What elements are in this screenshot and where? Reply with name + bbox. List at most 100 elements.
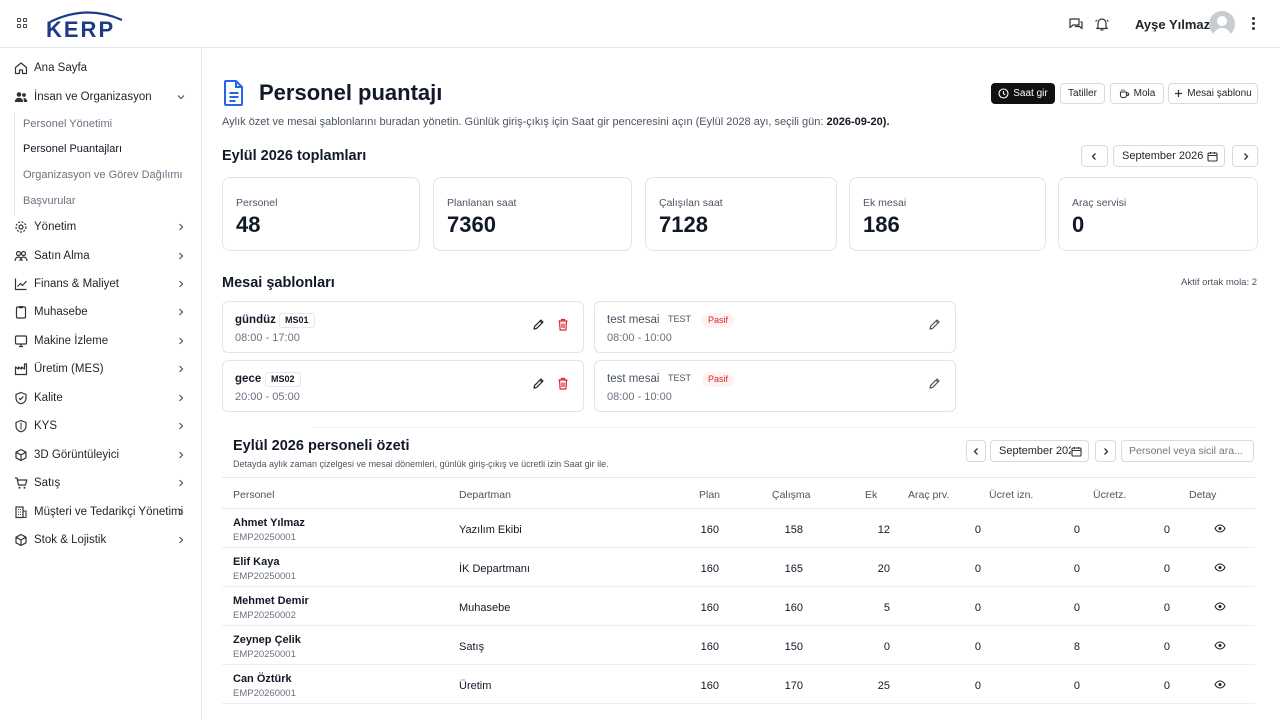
clipboard-icon (15, 306, 27, 319)
edit-pencil-icon[interactable] (532, 318, 545, 331)
logo-text: KERP (46, 17, 116, 42)
view-eye-icon[interactable] (1214, 641, 1226, 650)
chevron-down-icon (177, 95, 185, 100)
employee-department: Muhasebe (459, 602, 511, 614)
calendar-icon (1071, 447, 1082, 457)
sidebar-item-makine-izleme[interactable]: Makine İzleme (0, 328, 202, 354)
next-month-button[interactable] (1232, 145, 1258, 167)
employee-code: EMP20260001 (233, 688, 296, 699)
sidebar-item-satin-alma[interactable]: Satın Alma (0, 243, 202, 269)
sidebar-item-muhasebe[interactable]: Muhasebe (0, 299, 202, 325)
logo[interactable]: KERP (46, 8, 126, 42)
work-hours: 158 (784, 524, 803, 536)
user-name[interactable]: Ayşe Yılmaz (1135, 17, 1210, 32)
table-row[interactable]: Mehmet Demir EMP20250002 Muhasebe 160 16… (222, 587, 1255, 626)
sidebar-item-label: Kalite (34, 392, 63, 404)
shift-template-card[interactable]: test mesai TEST Pasif 08:00 - 10:00 (594, 301, 956, 353)
factory-icon (14, 363, 28, 376)
sidebar-item-stok-lojistik[interactable]: Stok & Lojistik (0, 527, 202, 553)
sidebar-item-insan-ve-organizasyon[interactable]: İnsan ve Organizasyon (0, 84, 202, 110)
delete-trash-icon[interactable] (557, 377, 569, 390)
unpaid-leave: 0 (1163, 602, 1170, 614)
sidebar-item-yonetim[interactable]: Yönetim (0, 214, 202, 240)
sidebar-item-musteri-tedarikci[interactable]: Müşteri ve Tedarikçi Yönetimi (0, 499, 202, 525)
plan-hours: 160 (700, 641, 719, 653)
chevron-right-icon (1104, 447, 1109, 455)
paid-leave: 0 (1073, 680, 1080, 692)
mola-button[interactable]: Mola (1110, 83, 1164, 104)
employee-name: Elif Kaya (233, 556, 280, 568)
sidebar-item-label: Satış (34, 477, 61, 489)
summary-month-picker[interactable]: September 2026 (990, 440, 1089, 462)
table-row[interactable]: Zeynep Çelik EMP20250001 Satış 160 150 0… (222, 626, 1255, 665)
sidebar-subitem-personel-yonetimi[interactable]: Personel Yönetimi (23, 118, 112, 130)
messages-icon[interactable] (1068, 16, 1084, 32)
page-description: Aylık özet ve mesai şablonlarını buradan… (222, 116, 890, 128)
table-row[interactable]: Ahmet Yılmaz EMP20250001 Yazılım Ekibi 1… (222, 509, 1255, 548)
view-eye-icon[interactable] (1214, 563, 1226, 572)
sidebar-item-kalite[interactable]: Kalite (0, 385, 202, 411)
more-menu-icon[interactable] (1250, 17, 1256, 31)
summary-prev-month-button[interactable] (966, 440, 986, 462)
sidebar-item-3d-goruntuleyici[interactable]: 3D Görüntüleyici (0, 442, 202, 468)
vehicle-count: 0 (974, 680, 981, 692)
stat-card-planlanan-saat: Planlanan saat 7360 (433, 177, 632, 251)
view-eye-icon[interactable] (1214, 602, 1226, 611)
shift-template-card[interactable]: gece MS02 20:00 - 05:00 (222, 360, 584, 412)
plus-icon (1175, 90, 1183, 97)
box-icon (15, 533, 27, 547)
apps-grid-icon[interactable] (17, 18, 27, 28)
employee-name: Zeynep Çelik (233, 634, 301, 646)
summary-next-month-button[interactable] (1095, 440, 1116, 462)
clock-icon (998, 88, 1009, 99)
sidebar-item-label: Ana Sayfa (34, 62, 88, 74)
vehicle-count: 0 (974, 602, 981, 614)
view-eye-icon[interactable] (1214, 680, 1226, 689)
edit-pencil-icon[interactable] (928, 377, 941, 390)
view-eye-icon[interactable] (1214, 524, 1226, 533)
sidebar-subitem-organizasyon[interactable]: Organizasyon ve Görev Dağılımı (23, 169, 183, 181)
summary-table-header: Personel Departman Plan Çalışma Ek Araç … (222, 477, 1255, 509)
sidebar-item-kys[interactable]: KYS (0, 413, 202, 439)
chevron-right-icon (179, 308, 184, 316)
delete-trash-icon[interactable] (557, 318, 569, 331)
chevron-right-icon (179, 280, 184, 288)
user-avatar[interactable] (1209, 11, 1235, 37)
mesai-sablonu-button[interactable]: Mesai şablonu (1168, 83, 1258, 104)
employee-code: EMP20250001 (233, 532, 296, 543)
submenu-guide-line (14, 112, 15, 216)
prev-month-button[interactable] (1081, 145, 1108, 167)
month-picker[interactable]: September 2026 (1113, 145, 1225, 167)
plan-hours: 160 (700, 563, 719, 575)
section-divider (313, 427, 1255, 428)
sidebar-item-satis[interactable]: Satış (0, 470, 202, 496)
column-header-ucretz: Ücretz. (1093, 489, 1127, 501)
edit-pencil-icon[interactable] (532, 377, 545, 390)
shift-template-card[interactable]: gündüz MS01 08:00 - 17:00 (222, 301, 584, 353)
shift-template-card[interactable]: test mesai TEST Pasif 08:00 - 10:00 (594, 360, 956, 412)
templates-title: Mesai şablonları (222, 275, 335, 291)
sidebar-subitem-personel-puantajlari[interactable]: Personel Puantajları (23, 143, 122, 155)
column-header-personel: Personel (233, 489, 275, 501)
chevron-right-icon (1243, 152, 1248, 160)
table-row[interactable]: Elif Kaya EMP20250001 İK Departmanı 160 … (222, 548, 1255, 587)
sidebar-item-uretim-mes[interactable]: Üretim (MES) (0, 356, 202, 382)
calendar-icon (1207, 152, 1218, 162)
edit-pencil-icon[interactable] (928, 318, 941, 331)
table-row[interactable]: Can Öztürk EMP20260001 Üretim 160 170 25… (222, 665, 1255, 704)
stat-label: Çalışılan saat (659, 197, 723, 209)
saat-gir-button[interactable]: Saat gir (991, 83, 1055, 104)
shift-time: 08:00 - 10:00 (607, 332, 672, 344)
sidebar-item-ana-sayfa[interactable]: Ana Sayfa (0, 55, 202, 81)
stat-card-personel: Personel 48 (222, 177, 420, 251)
employee-name: Can Öztürk (233, 673, 292, 685)
plan-hours: 160 (700, 524, 719, 536)
personnel-search-input[interactable] (1121, 440, 1254, 462)
stat-value: 0 (1072, 212, 1085, 237)
paid-leave: 8 (1073, 641, 1080, 653)
tatiller-button[interactable]: Tatiller (1060, 83, 1105, 104)
stat-value: 48 (236, 212, 261, 237)
sidebar-subitem-basvurular[interactable]: Başvurular (23, 195, 76, 207)
sidebar-item-finans[interactable]: Finans & Maliyet (0, 271, 202, 297)
notification-bell-icon[interactable] (1094, 16, 1110, 32)
